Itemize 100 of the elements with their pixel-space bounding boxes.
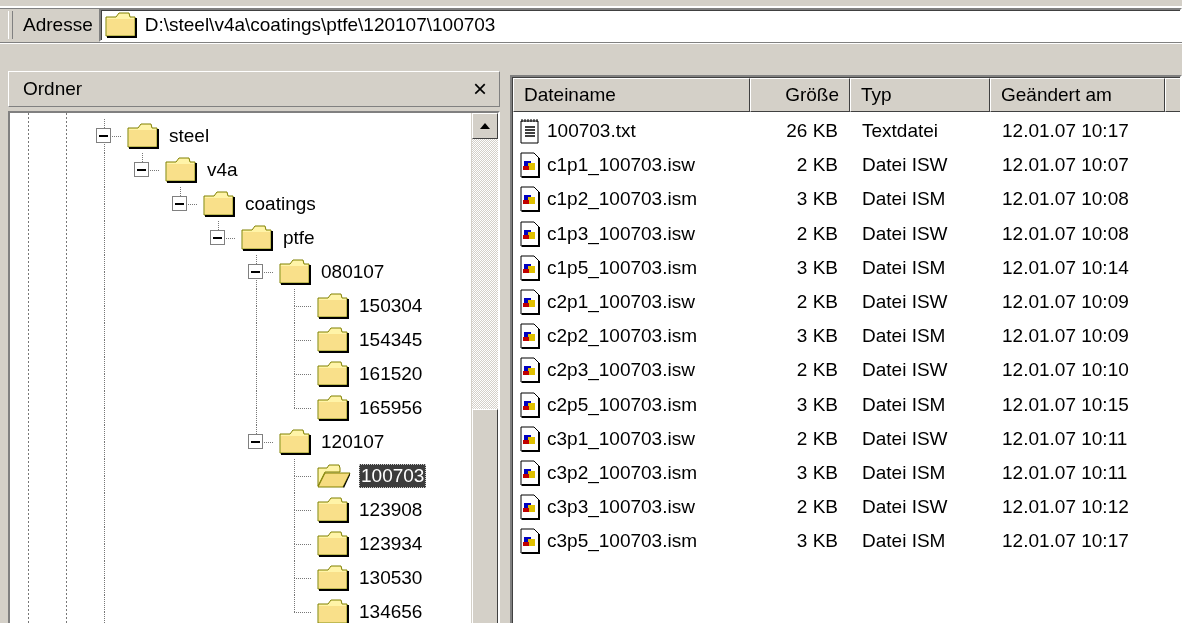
file-name[interactable]: c1p1_100703.isw — [547, 154, 695, 177]
modified-date: 12.01.07 10:12 — [1001, 496, 1130, 519]
modified-date: 12.01.07 10:15 — [1001, 393, 1130, 416]
collapse-button[interactable] — [96, 128, 111, 143]
modified-date: 12.01.07 10:11 — [1001, 427, 1129, 450]
tree-item[interactable]: 120107 — [319, 430, 387, 454]
tree-item[interactable]: 154345 — [357, 328, 425, 352]
column-header[interactable]: Geändert am — [990, 78, 1165, 112]
program-file-icon — [519, 391, 541, 418]
file-size: 2 KB — [795, 222, 839, 245]
tree-item[interactable]: 100703 — [359, 464, 427, 488]
program-file-icon — [519, 459, 541, 486]
collapse-button[interactable] — [248, 264, 263, 279]
file-size: 3 KB — [795, 461, 839, 484]
file-type: Datei ISM — [861, 530, 947, 553]
collapse-button[interactable] — [248, 434, 263, 449]
file-size: 3 KB — [795, 256, 839, 279]
file-name[interactable]: 100703.txt — [547, 120, 636, 143]
collapse-button[interactable] — [172, 196, 187, 211]
up-arrow-icon — [480, 123, 490, 129]
file-type: Datei ISW — [861, 496, 949, 519]
file-type: Datei ISM — [861, 325, 947, 348]
modified-date: 12.01.07 10:11 — [1001, 461, 1129, 484]
column-header[interactable]: Typ — [850, 78, 990, 112]
file-type: Datei ISW — [861, 427, 949, 450]
address-field[interactable]: D:\steel\v4a\coatings\ptfe\120107\100703 — [98, 8, 1182, 42]
tree-item[interactable]: v4a — [205, 158, 240, 182]
scroll-up-button[interactable] — [472, 113, 498, 139]
program-file-icon — [519, 186, 541, 213]
file-type: Datei ISM — [861, 256, 947, 279]
file-name[interactable]: c2p5_100703.ism — [547, 393, 697, 416]
column-header[interactable]: Größe — [750, 78, 850, 112]
tree-item[interactable]: 080107 — [319, 260, 387, 284]
file-type: Datei ISW — [861, 359, 949, 382]
file-name[interactable]: c3p3_100703.isw — [547, 496, 695, 519]
modified-date: 12.01.07 10:17 — [1001, 530, 1130, 553]
program-file-icon — [519, 289, 541, 316]
tree-item[interactable]: 165956 — [357, 396, 425, 420]
file-name[interactable]: c2p1_100703.isw — [547, 291, 695, 314]
folder-icon — [127, 123, 159, 149]
file-type: Datei ISW — [861, 291, 949, 314]
file-type: Datei ISW — [861, 222, 949, 245]
program-file-icon — [519, 425, 541, 452]
file-name[interactable]: c2p3_100703.isw — [547, 359, 695, 382]
folder-icon — [317, 395, 349, 421]
modified-date: 12.01.07 10:08 — [1001, 222, 1130, 245]
tree-item[interactable]: 130530 — [357, 566, 425, 590]
file-type: Datei ISM — [861, 393, 947, 416]
folder-icon — [317, 599, 349, 623]
tree-item[interactable]: 161520 — [357, 362, 425, 386]
file-name[interactable]: c1p2_100703.ism — [547, 188, 697, 211]
folder-icon — [317, 361, 349, 387]
folder-icon — [241, 225, 273, 251]
folder-icon — [317, 531, 349, 557]
file-type: Datei ISM — [861, 188, 947, 211]
program-file-icon — [519, 494, 541, 521]
file-size: 2 KB — [795, 496, 839, 519]
file-size: 2 KB — [795, 291, 839, 314]
pane-title: Ordner — [23, 78, 83, 100]
modified-date: 12.01.07 10:14 — [1001, 256, 1130, 279]
tree-item[interactable]: steel — [167, 124, 212, 148]
text-file-icon — [519, 118, 541, 145]
modified-date: 12.01.07 10:08 — [1001, 188, 1130, 211]
folder-icon — [165, 157, 197, 183]
file-size: 2 KB — [795, 154, 839, 177]
address-label: Adresse — [22, 14, 94, 36]
tree-item[interactable]: 150304 — [357, 294, 425, 318]
folder-icon — [279, 429, 311, 455]
file-size: 2 KB — [795, 359, 839, 382]
file-type: Datei ISW — [861, 154, 949, 177]
file-name[interactable]: c1p3_100703.isw — [547, 222, 695, 245]
file-name[interactable]: c1p5_100703.ism — [547, 256, 697, 279]
file-name[interactable]: c2p2_100703.ism — [547, 325, 697, 348]
file-size: 3 KB — [795, 188, 839, 211]
file-name[interactable]: c3p1_100703.isw — [547, 427, 695, 450]
open-folder-icon — [317, 464, 351, 488]
tree-item[interactable]: ptfe — [281, 226, 317, 250]
folder-icon — [203, 191, 235, 217]
file-name[interactable]: c3p5_100703.ism — [547, 530, 697, 553]
file-size: 3 KB — [795, 325, 839, 348]
collapse-button[interactable] — [210, 230, 225, 245]
program-file-icon — [519, 220, 541, 247]
tree-item[interactable]: 123908 — [357, 498, 425, 522]
tree-item[interactable]: coatings — [243, 192, 318, 216]
folder-icon — [104, 12, 137, 38]
column-header[interactable]: Dateiname — [513, 78, 750, 112]
file-size: 3 KB — [795, 393, 839, 416]
file-size: 3 KB — [795, 530, 839, 553]
folder-icon — [317, 293, 349, 319]
tree-item[interactable]: 134656 — [357, 600, 425, 623]
folder-icon — [317, 497, 349, 523]
modified-date: 12.01.07 10:10 — [1001, 359, 1130, 382]
program-file-icon — [519, 152, 541, 179]
program-file-icon — [519, 254, 541, 281]
scroll-thumb[interactable] — [472, 409, 498, 623]
file-name[interactable]: c3p2_100703.ism — [547, 461, 697, 484]
collapse-button[interactable] — [134, 162, 149, 177]
tree-item[interactable]: 123934 — [357, 532, 425, 556]
close-icon[interactable]: × — [473, 77, 487, 101]
program-file-icon — [519, 323, 541, 350]
